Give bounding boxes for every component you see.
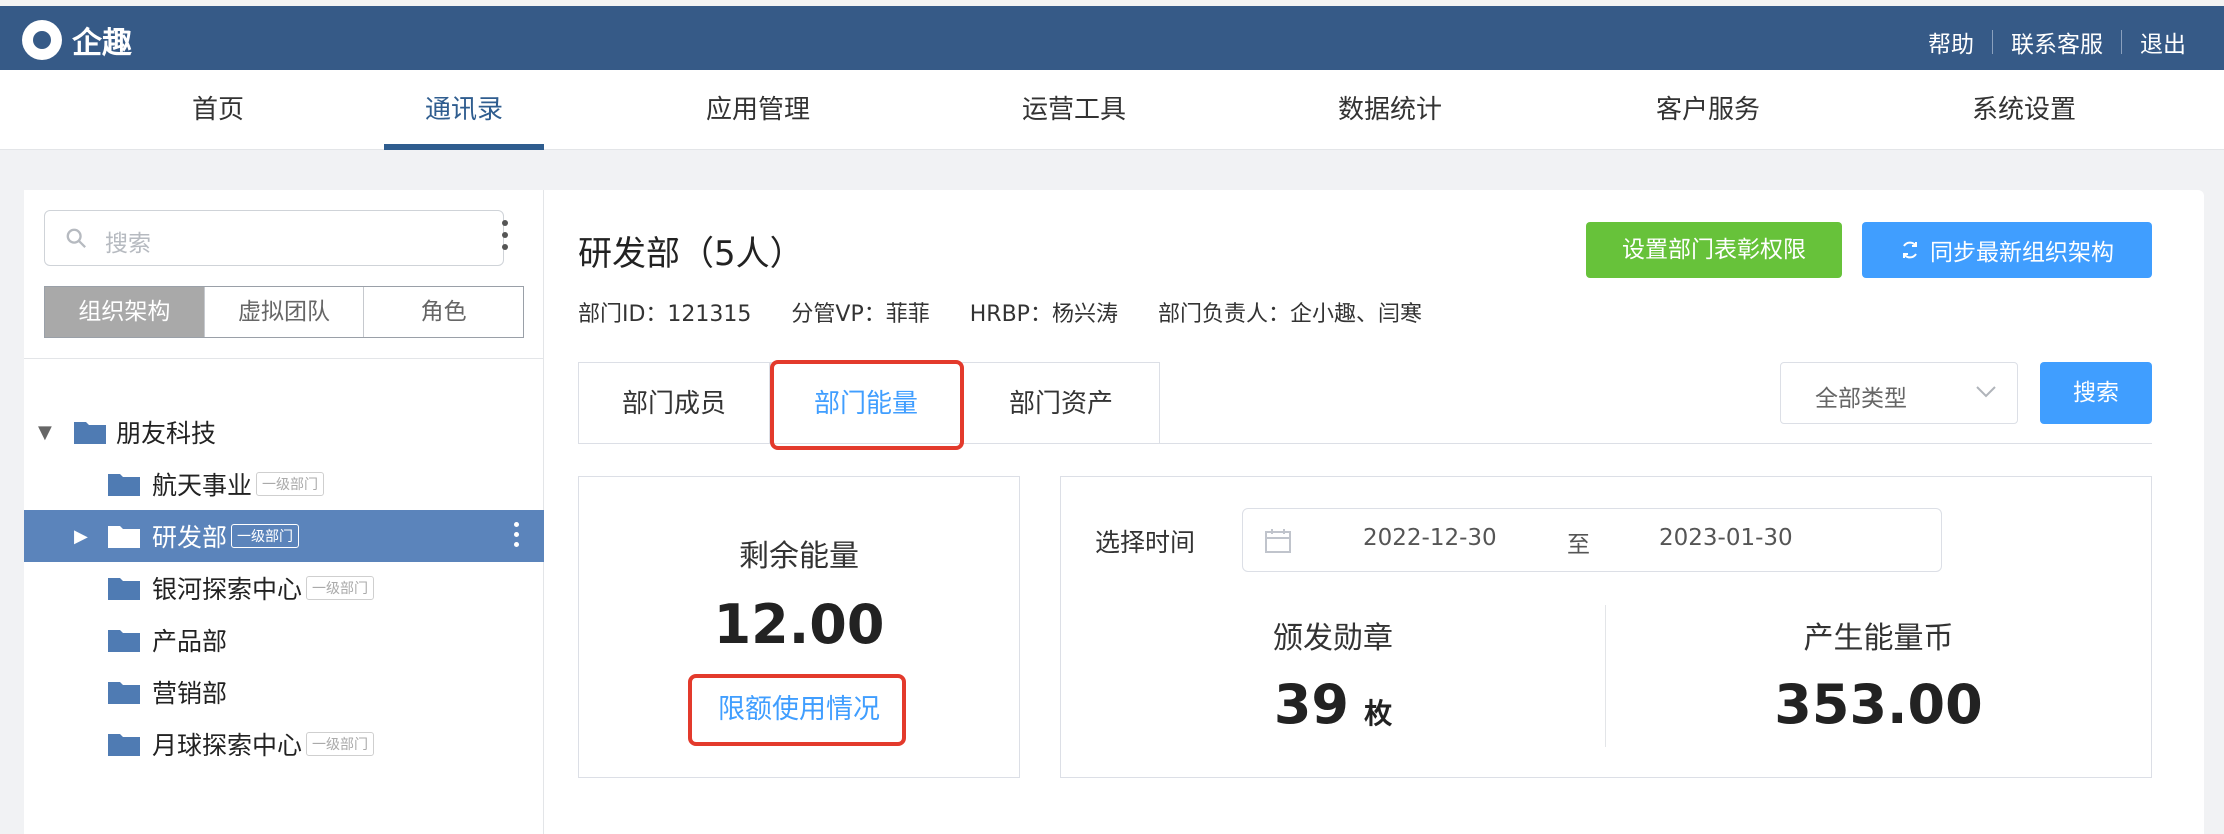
date-range-picker[interactable]: 2022-12-30 至 2023-01-30 xyxy=(1242,508,1942,572)
medals-stat: 39 枚 xyxy=(1061,673,1605,736)
nav-data-stats[interactable]: 数据统计 xyxy=(1322,70,1458,150)
dept-owner: 部门负责人：企小趣、闫寒 xyxy=(1157,302,1422,327)
caret-down-icon[interactable]: ▼ xyxy=(38,422,52,443)
medals-value: 39 xyxy=(1273,673,1350,736)
folder-icon xyxy=(108,630,140,652)
coins-label: 产生能量币 xyxy=(1803,621,1954,656)
folder-icon xyxy=(74,422,106,444)
app-logo[interactable]: 企趣 xyxy=(22,18,132,62)
main-nav: 首页 通讯录 应用管理 运营工具 数据统计 客户服务 系统设置 xyxy=(0,70,2224,150)
logo-icon xyxy=(22,20,62,60)
segment-role[interactable]: 角色 xyxy=(363,287,523,337)
sidebar-divider xyxy=(24,358,544,359)
tree-node-moon[interactable]: 月球探索中心 一级部门 xyxy=(24,718,544,770)
contact-support-link[interactable]: 联系客服 xyxy=(2011,25,2103,59)
nav-contacts[interactable]: 通讯录 xyxy=(384,70,544,150)
top-links: 帮助 联系客服 退出 xyxy=(1928,25,2186,59)
refresh-icon xyxy=(1903,241,1917,259)
tree-node-label: 产品部 xyxy=(152,627,228,656)
remaining-energy-value: 12.00 xyxy=(713,593,885,656)
sync-label: 同步最新组织架构 xyxy=(1930,240,2114,266)
dept-level-tag: 一级部门 xyxy=(306,732,375,756)
tab-assets[interactable]: 部门资产 xyxy=(962,362,1160,444)
nav-system-settings[interactable]: 系统设置 xyxy=(1956,70,2092,150)
dept-vp: 分管VP：菲菲 xyxy=(791,302,930,327)
tree-node-label: 月球探索中心 xyxy=(152,731,303,760)
set-permission-button[interactable]: 设置部门表彰权限 xyxy=(1586,222,1842,278)
nav-home[interactable]: 首页 xyxy=(178,70,258,150)
tree-node-label: 银河探索中心 xyxy=(152,575,303,604)
org-sidebar: 搜索 组织架构 虚拟团队 角色 ▼ 朋友科技 航天事业 一级部门 ▶ 研发部 一… xyxy=(24,190,544,834)
dept-meta: 部门ID：121315 分管VP：菲菲 HRBP：杨兴涛 部门负责人：企小趣、闫… xyxy=(578,296,1422,328)
folder-icon xyxy=(108,734,140,756)
dept-level-tag: 一级部门 xyxy=(256,472,325,496)
start-date[interactable]: 2022-12-30 xyxy=(1363,525,1497,551)
logout-link[interactable]: 退出 xyxy=(2140,25,2186,59)
view-switcher: 组织架构 虚拟团队 角色 xyxy=(44,286,524,338)
calendar-icon xyxy=(1265,529,1291,553)
tree-node-label: 营销部 xyxy=(152,679,228,708)
tree-node-aerospace[interactable]: 航天事业 一级部门 xyxy=(24,458,544,510)
caret-right-icon[interactable]: ▶ xyxy=(74,526,88,547)
tree-node-galaxy[interactable]: 银河探索中心 一级部门 xyxy=(24,562,544,614)
segment-org-structure[interactable]: 组织架构 xyxy=(45,287,204,337)
type-select[interactable]: 全部类型 xyxy=(1780,362,2018,424)
type-select-value: 全部类型 xyxy=(1815,386,1907,412)
tree-node-label: 朋友科技 xyxy=(116,419,217,448)
medals-unit: 枚 xyxy=(1364,697,1393,730)
tree-node-label: 航天事业 xyxy=(152,471,253,500)
search-button[interactable]: 搜索 xyxy=(2040,362,2152,424)
tree-node-marketing[interactable]: 营销部 xyxy=(24,666,544,718)
dept-level-tag: 一级部门 xyxy=(306,576,375,600)
tree-node-label: 研发部 xyxy=(152,523,228,552)
search-input[interactable]: 搜索 xyxy=(44,210,504,266)
date-range-separator: 至 xyxy=(1567,532,1590,558)
folder-icon xyxy=(108,578,140,600)
app-name: 企趣 xyxy=(72,26,132,61)
dept-hrbp: HRBP：杨兴涛 xyxy=(969,302,1118,327)
quota-link-highlight xyxy=(688,674,906,746)
energy-tab-highlight xyxy=(770,360,964,450)
search-placeholder: 搜索 xyxy=(105,231,151,257)
help-link[interactable]: 帮助 xyxy=(1928,25,1974,59)
nav-operation-tools[interactable]: 运营工具 xyxy=(1006,70,1142,150)
sync-org-button[interactable]: 同步最新组织架构 xyxy=(1862,222,2152,278)
folder-icon xyxy=(108,682,140,704)
nav-app-management[interactable]: 应用管理 xyxy=(690,70,826,150)
date-range-label: 选择时间 xyxy=(1095,528,1196,557)
folder-icon xyxy=(108,526,140,548)
top-bar: 企趣 帮助 联系客服 退出 xyxy=(0,6,2224,70)
tab-members[interactable]: 部门成员 xyxy=(578,362,770,444)
medals-label: 颁发勋章 xyxy=(1273,621,1393,656)
top-link-divider xyxy=(2121,30,2122,54)
tree-node-product[interactable]: 产品部 xyxy=(24,614,544,666)
coins-value: 353.00 xyxy=(1774,673,1983,736)
tree-node-root[interactable]: ▼ 朋友科技 xyxy=(24,406,544,458)
top-link-divider xyxy=(1992,30,1993,54)
search-icon xyxy=(66,228,86,248)
nav-customer-service[interactable]: 客户服务 xyxy=(1640,70,1776,150)
folder-icon xyxy=(108,474,140,496)
dept-title: 研发部（5人） xyxy=(578,234,804,274)
more-options-icon[interactable] xyxy=(502,220,508,254)
chevron-down-icon xyxy=(1976,386,1996,398)
segment-virtual-team[interactable]: 虚拟团队 xyxy=(203,287,364,337)
dept-level-tag: 一级部门 xyxy=(231,524,300,548)
row-more-icon[interactable] xyxy=(514,522,520,552)
end-date[interactable]: 2023-01-30 xyxy=(1659,525,1793,551)
remaining-energy-label: 剩余能量 xyxy=(739,539,859,574)
tree-node-rd[interactable]: ▶ 研发部 一级部门 xyxy=(24,510,544,562)
dept-id: 部门ID：121315 xyxy=(578,302,752,327)
